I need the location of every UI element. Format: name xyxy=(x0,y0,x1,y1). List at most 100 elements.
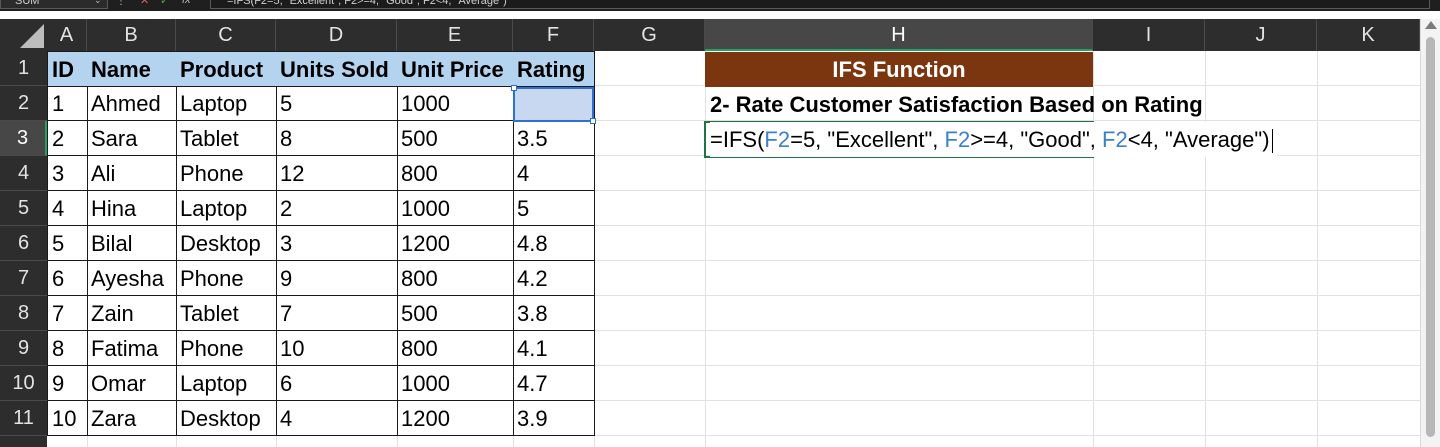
enter-icon[interactable]: ✓ xyxy=(160,0,169,7)
table-cell[interactable]: 3 xyxy=(47,156,88,191)
row-header-9[interactable]: 9 xyxy=(0,331,47,366)
ifs-function-banner[interactable]: IFS Function xyxy=(705,52,1093,87)
table-cell[interactable]: 4.2 xyxy=(513,261,595,296)
table-cell[interactable]: Sara xyxy=(87,121,177,156)
table-cell[interactable]: 500 xyxy=(397,121,514,156)
row-header-11[interactable]: 11 xyxy=(0,401,47,436)
table-cell[interactable]: Desktop xyxy=(176,226,277,261)
column-header-f[interactable]: F xyxy=(513,19,594,51)
table-cell[interactable]: Ali xyxy=(87,156,177,191)
column-header-a[interactable]: A xyxy=(47,19,87,51)
table-cell[interactable]: Phone xyxy=(176,156,277,191)
table-cell[interactable]: 8 xyxy=(47,331,88,366)
section-subtitle[interactable]: 2- Rate Customer Satisfaction Based on R… xyxy=(710,87,1203,122)
column-header-c[interactable]: C xyxy=(176,19,276,51)
row-header-10[interactable]: 10 xyxy=(0,366,47,401)
table-cell[interactable]: 1000 xyxy=(397,366,514,401)
column-header-h[interactable]: H xyxy=(705,19,1093,51)
table-cell[interactable]: 7 xyxy=(47,296,88,331)
table-cell[interactable]: 1000 xyxy=(397,86,514,121)
row-header-7[interactable]: 7 xyxy=(0,261,47,296)
table-cell[interactable]: Fatima xyxy=(87,331,177,366)
selected-cell-f2[interactable] xyxy=(511,85,596,124)
table-cell[interactable]: 1200 xyxy=(397,226,514,261)
table-cell[interactable]: 800 xyxy=(397,261,514,296)
row-header-1[interactable]: 1 xyxy=(0,51,47,86)
table-header-cell[interactable]: Product xyxy=(176,51,277,87)
table-cell[interactable]: Phone xyxy=(176,261,277,296)
column-header-g[interactable]: G xyxy=(594,19,705,51)
more-icon[interactable]: ⋮ xyxy=(116,0,126,7)
table-cell[interactable]: 4.7 xyxy=(513,366,595,401)
table-cell[interactable]: Ahmed xyxy=(87,86,177,121)
table-cell[interactable]: 4 xyxy=(276,401,398,436)
table-cell[interactable]: Laptop xyxy=(176,191,277,226)
table-cell[interactable]: 7 xyxy=(276,296,398,331)
table-cell[interactable]: Desktop xyxy=(176,401,277,436)
table-cell[interactable]: Zara xyxy=(87,401,177,436)
table-cell[interactable]: 3.9 xyxy=(513,401,595,436)
table-cell[interactable]: 800 xyxy=(397,156,514,191)
cell-formula-editor[interactable]: =IFS(F2=5, "Excellent", F2>=4, "Good", F… xyxy=(710,122,1277,157)
table-cell[interactable]: 4.1 xyxy=(513,331,595,366)
table-header-cell[interactable]: ID xyxy=(47,51,88,87)
table-cell[interactable]: 5 xyxy=(47,226,88,261)
chevron-down-icon[interactable]: ⌄ xyxy=(94,0,102,6)
table-cell[interactable]: Omar xyxy=(87,366,177,401)
table-header-cell[interactable]: Rating xyxy=(513,51,595,87)
table-cell[interactable]: 4 xyxy=(47,191,88,226)
table-cell[interactable]: 5 xyxy=(276,86,398,121)
row-header-6[interactable]: 6 xyxy=(0,226,47,261)
table-cell[interactable]: 1000 xyxy=(397,191,514,226)
column-header-i[interactable]: I xyxy=(1093,19,1205,51)
column-header-b[interactable]: B xyxy=(87,19,176,51)
table-cell[interactable]: 2 xyxy=(276,191,398,226)
table-cell[interactable]: 3.8 xyxy=(513,296,595,331)
table-cell[interactable]: 800 xyxy=(397,331,514,366)
table-header-cell[interactable]: Units Sold xyxy=(276,51,398,87)
select-all-button[interactable] xyxy=(0,19,47,51)
table-cell[interactable]: Phone xyxy=(176,331,277,366)
table-cell[interactable]: 5 xyxy=(513,191,595,226)
row-header-2[interactable]: 2 xyxy=(0,86,47,121)
scrollbar-thumb[interactable] xyxy=(1426,37,1435,437)
row-header-8[interactable]: 8 xyxy=(0,296,47,331)
scroll-up-icon[interactable] xyxy=(1425,21,1437,29)
column-header-j[interactable]: J xyxy=(1205,19,1317,51)
vertical-scrollbar[interactable] xyxy=(1420,19,1440,447)
table-cell[interactable]: Ayesha xyxy=(87,261,177,296)
table-cell[interactable]: 10 xyxy=(47,401,88,436)
name-box[interactable]: SUM xyxy=(0,0,108,9)
table-cell[interactable]: Tablet xyxy=(176,121,277,156)
table-header-cell[interactable]: Unit Price xyxy=(397,51,514,87)
table-cell[interactable]: 4 xyxy=(513,156,595,191)
resize-handle[interactable] xyxy=(511,85,517,91)
column-header-d[interactable]: D xyxy=(276,19,397,51)
insert-function-icon[interactable]: fx xyxy=(182,0,191,6)
row-header-3[interactable]: 3 xyxy=(0,121,47,156)
table-cell[interactable]: 12 xyxy=(276,156,398,191)
table-cell[interactable]: 2 xyxy=(47,121,88,156)
row-header-5[interactable]: 5 xyxy=(0,191,47,226)
formula-input[interactable]: =IFS(F2=5, "Excellent", F2>=4, "Good", F… xyxy=(210,0,1430,9)
table-cell[interactable]: 10 xyxy=(276,331,398,366)
column-header-k[interactable]: K xyxy=(1317,19,1420,51)
table-cell[interactable]: Tablet xyxy=(176,296,277,331)
table-cell[interactable]: 6 xyxy=(276,366,398,401)
table-cell[interactable]: Bilal xyxy=(87,226,177,261)
table-cell[interactable]: Hina xyxy=(87,191,177,226)
column-header-e[interactable]: E xyxy=(397,19,513,51)
cancel-icon[interactable]: ✕ xyxy=(140,0,149,7)
table-cell[interactable]: 4.8 xyxy=(513,226,595,261)
table-cell[interactable]: 9 xyxy=(276,261,398,296)
table-cell[interactable]: 3.5 xyxy=(513,121,595,156)
table-cell[interactable]: 3 xyxy=(276,226,398,261)
table-cell[interactable]: Laptop xyxy=(176,366,277,401)
table-cell[interactable]: 1 xyxy=(47,86,88,121)
table-cell[interactable]: Zain xyxy=(87,296,177,331)
table-cell[interactable]: 6 xyxy=(47,261,88,296)
table-cell[interactable]: 1200 xyxy=(397,401,514,436)
table-cell[interactable]: 8 xyxy=(276,121,398,156)
table-header-cell[interactable]: Name xyxy=(87,51,177,87)
table-cell[interactable]: Laptop xyxy=(176,86,277,121)
